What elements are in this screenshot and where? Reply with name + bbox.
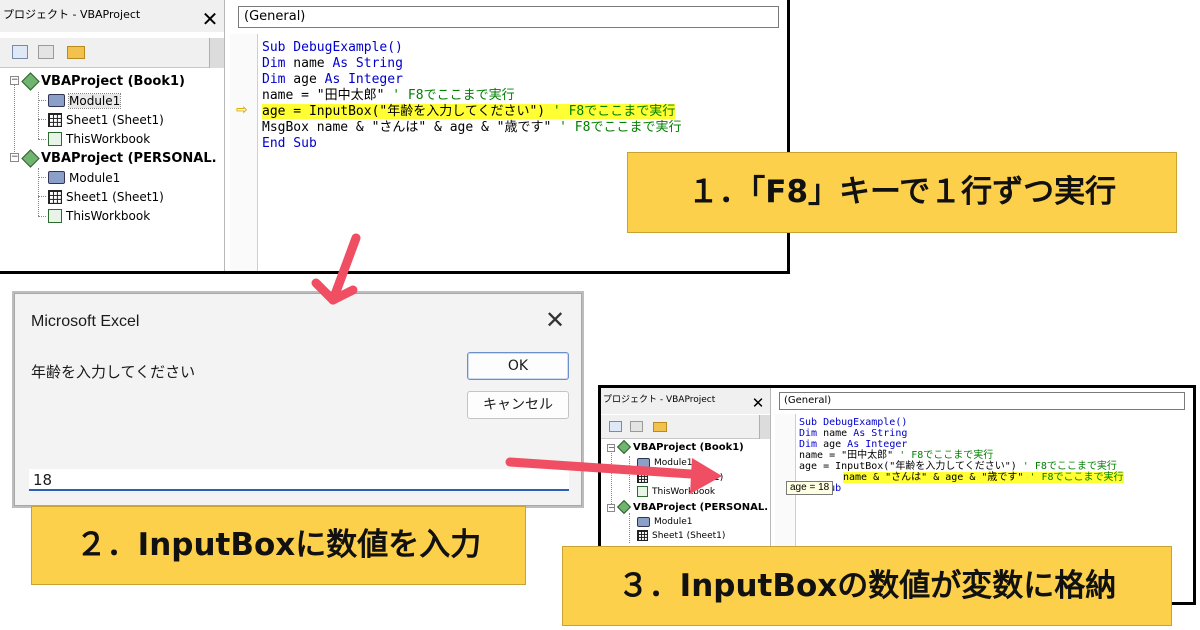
tree-item-module1-personal[interactable]: Module1 [637, 515, 692, 528]
tree-item-sheet1[interactable]: Sheet1 (Sheet1) [48, 111, 164, 128]
workbook-icon [48, 208, 62, 223]
code-line-highlighted: name & "さんは" & age & "歳です" ' F8でここまで実行 [843, 472, 1124, 483]
project-scrollbar[interactable] [759, 415, 770, 439]
tree-item-module1[interactable]: Module1 [637, 456, 692, 469]
cancel-button[interactable]: キャンセル [467, 391, 569, 419]
module-icon [637, 457, 650, 468]
dialog-title: Microsoft Excel [31, 313, 140, 330]
code-line: name = "田中太郎" ' F8でここまで実行 [262, 88, 515, 103]
module-icon [48, 171, 65, 184]
tree-item-module1-personal[interactable]: Module1 [48, 169, 120, 186]
code-editor[interactable]: Sub DebugExample() Dim name As String Di… [799, 417, 1193, 494]
collapse-icon[interactable]: − [10, 153, 19, 162]
code-line: End Sub [262, 136, 317, 151]
code-line: name = "田中太郎" ' F8でここまで実行 [799, 450, 994, 461]
project-explorer-title-bar: プロジェクト - VBAProject [601, 388, 770, 414]
worksheet-icon [637, 530, 648, 541]
tree-guide [38, 177, 46, 178]
tree-guide [629, 456, 630, 492]
view-object-icon[interactable] [38, 45, 54, 59]
input-field[interactable]: 18 [29, 469, 569, 491]
tree-guide [14, 84, 15, 162]
project-explorer-title: プロジェクト - VBAProject [3, 8, 141, 21]
vbaproject-icon [616, 439, 632, 455]
tree-item-project-personal[interactable]: VBAProject (PERSONAL. [616, 499, 768, 515]
tree-item-sheet1-personal[interactable]: Sheet1 (Sheet1) [637, 529, 725, 542]
tree-item-thisworkbook-personal[interactable]: ThisWorkbook [48, 207, 150, 224]
tree-item-project-book1[interactable]: VBAProject (Book1) [21, 71, 185, 91]
step3-label: ３．InputBoxの数値が変数に格納 [562, 546, 1172, 626]
module-icon [48, 94, 65, 107]
project-explorer-title-bar: プロジェクト - VBAProject [0, 0, 224, 32]
code-line: age = InputBox("年齢を入力してください") ' F8でここまで実… [799, 461, 1117, 472]
object-combo[interactable]: (General) [238, 6, 779, 28]
worksheet-icon [48, 112, 62, 127]
view-code-icon[interactable] [609, 421, 622, 432]
project-toolbar [0, 38, 224, 68]
execution-point-arrow-icon: ⇨ [236, 102, 248, 118]
collapse-icon[interactable]: − [607, 444, 615, 452]
close-icon[interactable]: ✕ [750, 394, 766, 412]
tree-item-project-personal[interactable]: VBAProject (PERSONAL. [21, 148, 217, 168]
code-line: Sub DebugExample() [262, 40, 403, 55]
tree-guide [38, 216, 46, 217]
project-toolbar [601, 415, 770, 439]
tree-item-sheet1-personal[interactable]: Sheet1 (Sheet1) [48, 188, 164, 205]
margin-indicator-bar [230, 34, 258, 271]
view-object-icon[interactable] [630, 421, 643, 432]
tree-item-thisworkbook[interactable]: ThisWorkbook [637, 485, 715, 498]
tree-item-module1[interactable]: Module1 [48, 92, 122, 109]
variable-value-tooltip: age = 18 [786, 481, 834, 495]
code-line: Dim name As String [262, 56, 403, 71]
code-editor[interactable]: Sub DebugExample() Dim name As String Di… [262, 40, 787, 152]
worksheet-icon [637, 472, 648, 483]
workbook-icon [637, 486, 648, 497]
tree-item-thisworkbook[interactable]: ThisWorkbook [48, 130, 150, 147]
vbaproject-icon [21, 71, 40, 91]
object-combo[interactable]: (General) [779, 392, 1185, 410]
code-line: Dim age As Integer [262, 72, 403, 87]
code-line: Dim name As String [799, 428, 908, 439]
project-explorer-title: プロジェクト - VBAProject [603, 395, 716, 405]
code-line: MsgBox name & "さんは" & age & "歳です" ' F8でこ… [262, 120, 682, 135]
tree-guide [629, 513, 630, 543]
project-explorer: プロジェクト - VBAProject ✕ − VBAProject (Book… [0, 0, 225, 271]
close-icon[interactable]: ✕ [543, 308, 567, 332]
tree-guide [38, 139, 46, 140]
dialog-prompt: 年齢を入力してください [31, 363, 196, 381]
toggle-folders-icon[interactable] [653, 422, 667, 432]
tree-item-sheet1[interactable]: 1) [637, 471, 723, 484]
code-line: End Sub [799, 483, 1193, 494]
view-code-icon[interactable] [12, 45, 28, 59]
project-scrollbar[interactable] [209, 38, 224, 68]
workbook-icon [48, 131, 62, 146]
close-icon[interactable]: ✕ [200, 8, 220, 30]
tree-guide [38, 119, 46, 120]
step2-label: ２．InputBoxに数値を入力 [31, 506, 526, 585]
inputbox-dialog: Microsoft Excel ✕ 年齢を入力してください OK キャンセル 1… [14, 293, 582, 506]
code-line: Dim age As Integer [799, 439, 908, 450]
worksheet-icon [48, 189, 62, 204]
tree-guide [38, 168, 39, 216]
collapse-icon[interactable]: − [607, 504, 615, 512]
step1-label: １．「F8」キーで１行ずつ実行 [627, 152, 1177, 233]
tree-guide [38, 196, 46, 197]
tree-guide [38, 100, 46, 101]
vbaproject-icon [616, 499, 632, 515]
code-line: Sub DebugExample() [799, 417, 908, 428]
vbaproject-icon [21, 148, 40, 168]
toggle-folders-icon[interactable] [67, 46, 85, 59]
module-icon [637, 516, 650, 527]
tree-item-project-book1[interactable]: VBAProject (Book1) [616, 439, 744, 455]
collapse-icon[interactable]: − [10, 76, 19, 85]
code-line-highlighted: age = InputBox("年齢を入力してください") ' F8でここまで実… [262, 104, 676, 119]
tree-guide [611, 450, 612, 508]
ok-button[interactable]: OK [467, 352, 569, 380]
